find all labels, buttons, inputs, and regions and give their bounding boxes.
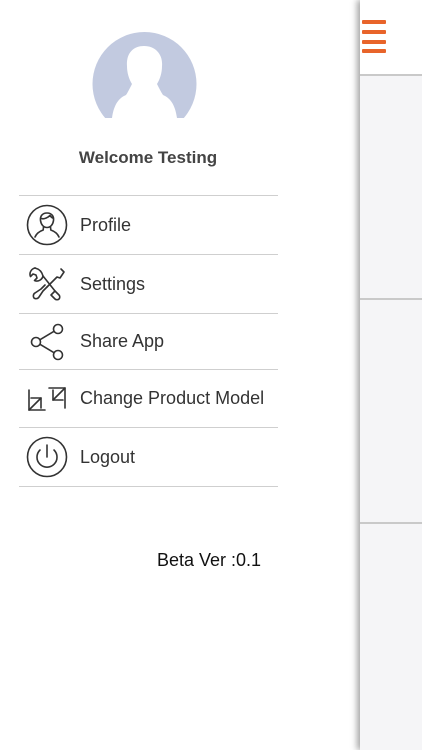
menu-item-profile[interactable]: Profile	[19, 196, 278, 255]
menu-item-label: Settings	[80, 273, 146, 294]
top-bar	[360, 0, 422, 76]
profile-icon	[25, 203, 69, 247]
menu-item-share-app[interactable]: Share App	[19, 314, 278, 370]
drawer-menu: Profile Settings Share App Change Produc…	[19, 195, 278, 487]
section-divider	[360, 298, 422, 300]
navigation-drawer: Welcome Testing Profile Settings Share A…	[0, 0, 360, 750]
menu-item-change-product-model[interactable]: Change Product Model	[19, 370, 278, 428]
share-icon	[25, 320, 69, 364]
avatar	[92, 32, 197, 118]
menu-item-label: Logout	[80, 446, 136, 467]
power-icon	[25, 435, 69, 479]
version-text: Beta Ver :0.1	[157, 550, 262, 570]
tools-icon	[25, 262, 69, 306]
menu-item-label: Change Product Model	[80, 388, 265, 408]
menu-item-label: Profile	[80, 214, 132, 235]
menu-item-logout[interactable]: Logout	[19, 428, 278, 487]
welcome-text: Welcome Testing	[78, 148, 218, 167]
menu-item-label: Share App	[80, 331, 165, 351]
menu-item-settings[interactable]: Settings	[19, 255, 278, 314]
main-content-peek[interactable]	[360, 0, 422, 750]
app-screen: Welcome Testing Profile Settings Share A…	[0, 0, 422, 750]
hamburger-icon[interactable]	[362, 20, 388, 53]
section-divider	[360, 522, 422, 524]
swap-arrows-icon	[25, 377, 69, 421]
